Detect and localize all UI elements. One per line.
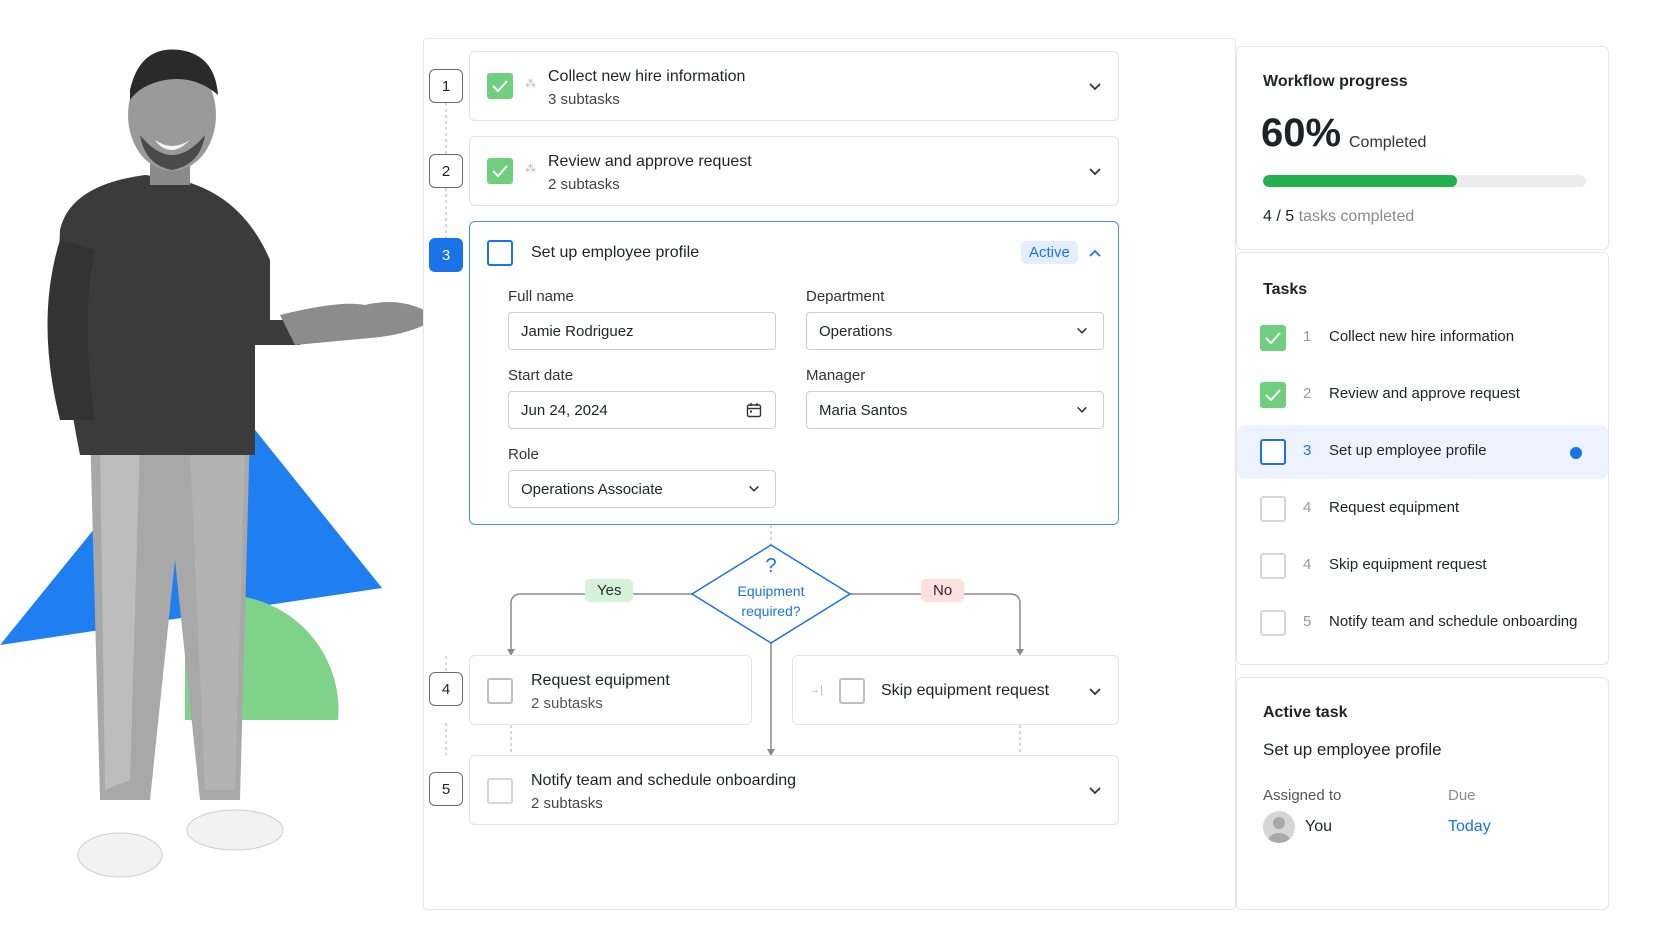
checkbox-icon[interactable] xyxy=(839,678,865,704)
check-done-icon[interactable] xyxy=(487,158,513,184)
task-label: Notify team and schedule onboarding xyxy=(1329,613,1578,630)
step-title: Set up employee profile xyxy=(531,244,700,261)
chevron-down-icon xyxy=(1073,401,1091,419)
task-label: Collect new hire information xyxy=(1329,328,1515,345)
task-item-skip-equipment[interactable]: 4 Skip equipment request xyxy=(1237,539,1608,593)
start-date-label: Start date xyxy=(508,367,574,384)
progress-title: Workflow progress xyxy=(1263,73,1408,90)
step-card-request-equipment[interactable]: Request equipment 2 subtasks xyxy=(469,655,752,725)
workflow-progress-panel: Workflow progress 60% Completed 4 / 5 ta… xyxy=(1236,46,1609,250)
full-name-label: Full name xyxy=(508,288,574,305)
calendar-icon[interactable] xyxy=(745,401,763,419)
hero-illustration xyxy=(0,49,438,878)
role-label: Role xyxy=(508,446,539,463)
task-item-review-request[interactable]: 2 Review and approve request xyxy=(1237,368,1608,422)
step-number-4: 4 xyxy=(429,672,463,706)
step-title: Notify team and schedule onboarding xyxy=(531,772,797,789)
active-task-panel: Active task Set up employee profile Assi… xyxy=(1236,677,1609,910)
progress-percent: 60% xyxy=(1261,111,1342,155)
due-value: Today xyxy=(1448,818,1491,835)
checkbox-icon[interactable] xyxy=(487,240,513,266)
step-number-5: 5 xyxy=(429,772,463,806)
step-card-collect-info[interactable]: ⁂ Collect new hire information 3 subtask… xyxy=(469,51,1119,121)
start-date-field[interactable]: Jun 24, 2024 xyxy=(508,391,776,429)
check-done-icon[interactable] xyxy=(1260,325,1286,351)
checkbox-icon[interactable] xyxy=(487,678,513,704)
checkbox-icon[interactable] xyxy=(1260,553,1286,579)
task-item-notify-team[interactable]: 5 Notify team and schedule onboarding xyxy=(1237,596,1608,650)
chevron-down-icon[interactable] xyxy=(1087,164,1103,180)
task-number: 3 xyxy=(1303,442,1312,459)
progress-percent-label: Completed xyxy=(1349,134,1427,151)
step-number-2: 2 xyxy=(429,154,463,188)
chevron-down-icon[interactable] xyxy=(1087,79,1103,95)
step-subtitle: 2 subtasks xyxy=(548,176,620,193)
department-label: Department xyxy=(806,288,885,305)
step-title: Review and approve request xyxy=(548,153,752,170)
chevron-down-icon[interactable] xyxy=(1087,783,1103,799)
yes-branch-label: Yes xyxy=(585,579,634,602)
checkbox-icon[interactable] xyxy=(1260,496,1286,522)
task-item-collect-info[interactable]: 1 Collect new hire information xyxy=(1237,311,1608,365)
decision-label: Equipment required? xyxy=(737,583,805,619)
step-card-notify-team[interactable]: Notify team and schedule onboarding 2 su… xyxy=(469,755,1119,825)
task-number: 2 xyxy=(1303,385,1312,402)
check-done-icon[interactable] xyxy=(1260,382,1286,408)
chevron-down-icon xyxy=(745,480,763,498)
manager-select[interactable]: Maria Santos xyxy=(806,391,1104,429)
progress-bar xyxy=(1263,175,1586,187)
link-icon: →| xyxy=(809,684,823,696)
task-label: Request equipment xyxy=(1329,499,1460,516)
check-done-icon[interactable] xyxy=(487,73,513,99)
step-title: Skip equipment request xyxy=(881,682,1050,699)
step-number-1: 1 xyxy=(429,69,463,103)
active-indicator-dot xyxy=(1570,447,1582,459)
person-figure xyxy=(47,49,438,878)
task-label: Skip equipment request xyxy=(1329,556,1487,573)
subtask-icon: ⁂ xyxy=(525,163,536,175)
step-title: Request equipment xyxy=(531,672,670,689)
assigned-to-value: You xyxy=(1305,818,1332,835)
role-select[interactable]: Operations Associate xyxy=(508,470,776,508)
step-subtitle: 2 subtasks xyxy=(531,795,603,812)
task-item-employee-profile[interactable]: 3 Set up employee profile xyxy=(1237,425,1608,479)
task-number: 5 xyxy=(1303,613,1312,630)
manager-label: Manager xyxy=(806,367,866,384)
checkbox-icon[interactable] xyxy=(487,778,513,804)
workflow-canvas: 1 2 3 4 5 ⁂ Collect new hire information… xyxy=(423,38,1236,910)
active-task-title: Active task xyxy=(1263,704,1348,721)
step-card-skip-equipment[interactable]: →| Skip equipment request xyxy=(792,655,1119,725)
checkbox-icon[interactable] xyxy=(1260,610,1286,636)
progress-bar-fill xyxy=(1263,175,1457,187)
tasks-title: Tasks xyxy=(1263,281,1308,298)
step-subtitle: 3 subtasks xyxy=(548,91,620,108)
task-label: Review and approve request xyxy=(1329,385,1520,402)
tasks-panel: Tasks 1 Collect new hire information 2 R… xyxy=(1236,252,1609,665)
chevron-down-icon xyxy=(1073,322,1091,340)
full-name-field[interactable]: Jamie Rodriguez xyxy=(508,312,776,350)
step-number-3: 3 xyxy=(429,238,463,272)
step-title: Collect new hire information xyxy=(548,68,746,85)
task-item-request-equipment[interactable]: 4 Request equipment xyxy=(1237,482,1608,536)
tasks-completed-count: 4 / 5 tasks completed xyxy=(1263,208,1415,225)
active-task-name: Set up employee profile xyxy=(1263,740,1442,759)
department-select[interactable]: Operations xyxy=(806,312,1104,350)
task-number: 4 xyxy=(1303,556,1312,573)
checkbox-icon[interactable] xyxy=(1260,439,1286,465)
avatar xyxy=(1263,811,1295,843)
assigned-to-label: Assigned to xyxy=(1263,787,1342,804)
no-branch-label: No xyxy=(921,579,965,602)
chevron-up-icon[interactable] xyxy=(1087,245,1103,261)
step-card-review-request[interactable]: ⁂ Review and approve request 2 subtasks xyxy=(469,136,1119,206)
task-label: Set up employee profile xyxy=(1329,442,1487,459)
task-number: 1 xyxy=(1303,328,1312,345)
active-badge: Active xyxy=(1021,241,1078,264)
decision-question-icon: ? xyxy=(765,555,777,577)
step-subtitle: 2 subtasks xyxy=(531,695,603,712)
step-card-employee-profile[interactable]: Set up employee profile Active Full name… xyxy=(469,221,1119,525)
task-number: 4 xyxy=(1303,499,1312,516)
due-label: Due xyxy=(1448,787,1476,804)
subtask-icon: ⁂ xyxy=(525,78,536,90)
chevron-down-icon[interactable] xyxy=(1087,684,1103,700)
